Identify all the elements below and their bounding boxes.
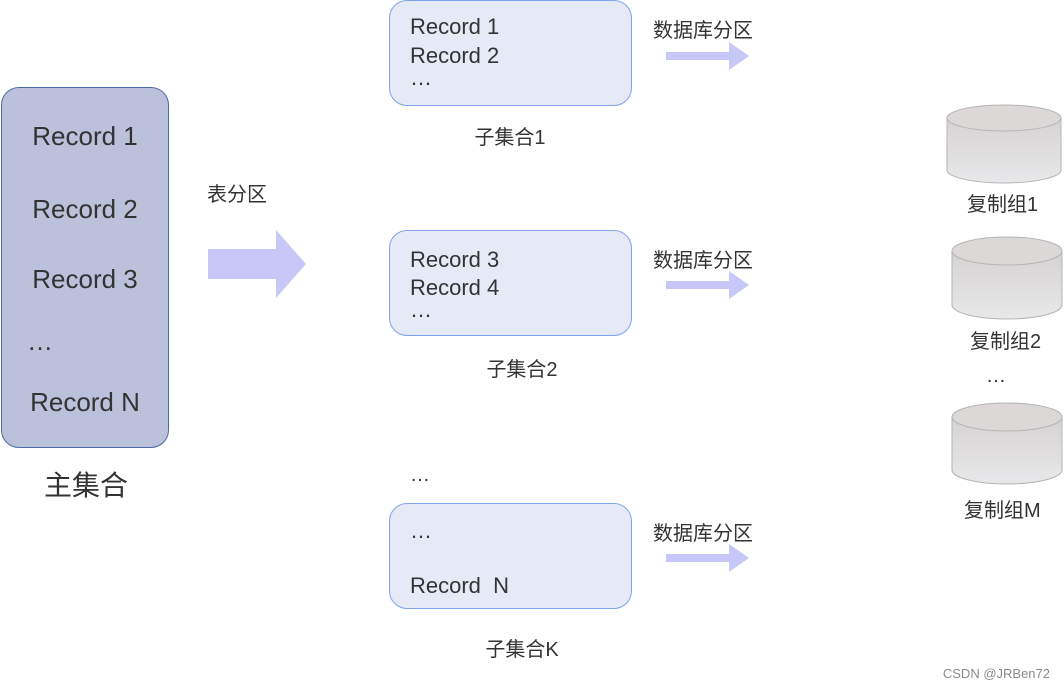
subset-ellipsis: … — [410, 518, 432, 543]
subset-record: Record 1 — [410, 14, 500, 39]
subset-box-1: Record 1 Record 2 … — [389, 0, 632, 106]
subset-label-2: 子集合2 — [486, 359, 558, 381]
replica-group-label-2: 复制组2 — [970, 331, 1042, 353]
master-collection-label: 主集合 — [43, 470, 128, 501]
master-record: Record 3 — [32, 264, 138, 294]
db-partition-label-1: 数据库分区 — [653, 20, 753, 42]
database-cylinder-icon — [951, 236, 1063, 320]
database-cylinder-icon — [951, 402, 1063, 485]
master-record: Record N — [30, 387, 140, 417]
subset-ellipsis: … — [410, 297, 432, 322]
db-partition-label-2: 数据库分区 — [653, 250, 753, 272]
table-partition-arrow-icon — [208, 230, 306, 298]
database-cylinder-icon — [946, 104, 1062, 184]
replica-group-label-1: 复制组1 — [967, 194, 1039, 216]
subset-box-2: Record 3 Record 4 … — [389, 230, 632, 336]
subset-record: Record 3 — [410, 247, 500, 272]
subsets-ellipsis: … — [410, 464, 431, 486]
master-record-ellipsis: … — [27, 326, 53, 356]
replica-group-label-m: 复制组M — [964, 500, 1041, 522]
subset-record: Record N — [410, 573, 510, 598]
subset-label-1: 子集合1 — [474, 127, 546, 149]
subset-ellipsis: … — [410, 65, 432, 90]
subset-box-k: … Record N — [389, 503, 632, 609]
master-record: Record 1 — [32, 121, 138, 151]
db-partition-arrow-icon — [666, 271, 749, 299]
table-partition-label: 表分区 — [207, 184, 267, 206]
master-collection-box: Record 1 Record 2 Record 3 … Record N — [1, 87, 169, 448]
db-partition-arrow-icon — [666, 544, 749, 572]
db-partition-arrow-icon — [666, 42, 749, 70]
replica-groups-ellipsis: … — [986, 365, 1007, 387]
watermark: CSDN @JRBen72 — [942, 666, 1050, 681]
db-partition-label-k: 数据库分区 — [653, 523, 753, 545]
master-record: Record 2 — [32, 194, 138, 224]
subset-label-k: 子集合K — [485, 639, 559, 661]
